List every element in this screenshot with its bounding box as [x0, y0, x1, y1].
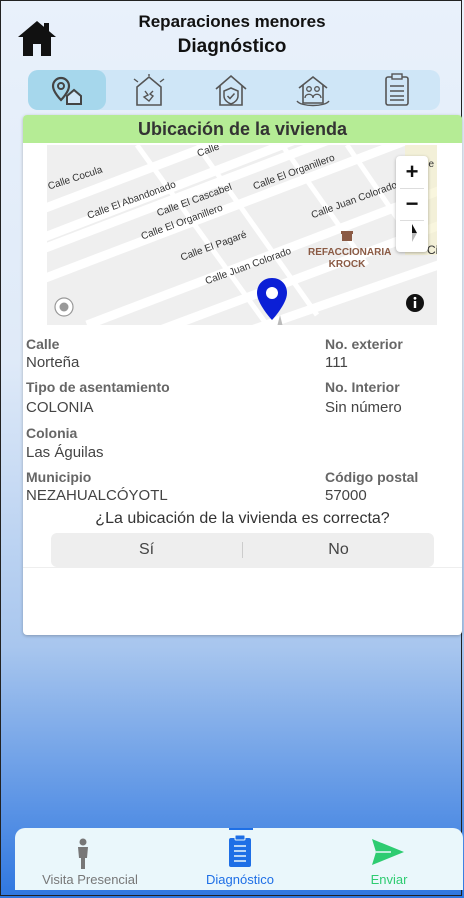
app-title: Reparaciones menores — [138, 12, 326, 31]
damaged-house-icon — [133, 74, 165, 106]
zoom-out-button[interactable]: − — [396, 188, 428, 220]
compass-button[interactable] — [396, 220, 428, 252]
compass-icon — [412, 224, 417, 242]
tab-location[interactable] — [28, 70, 106, 110]
colonia-label: Colonia — [26, 425, 78, 441]
no-interior-label: No. Interior — [325, 379, 400, 395]
street-label: Calle Juan Colorado — [309, 179, 399, 222]
map-view[interactable]: Calle Cocula Calle El Abandonado Calle E… — [47, 145, 437, 325]
municipio-value: NEZAHUALCÓYOTL — [26, 487, 168, 504]
codigo-postal-label: Código postal — [325, 469, 419, 485]
tipo-asentamiento-value: COLONIA — [26, 399, 94, 416]
street-label: Calle Cocula — [47, 164, 105, 193]
calle-value: Norteña — [26, 354, 80, 371]
poi-label: REFACCIONARIA KROCK — [308, 247, 392, 270]
card-title: Ubicación de la vivienda — [23, 115, 462, 143]
tab-damage[interactable] — [110, 70, 188, 110]
header: Reparaciones menores Diagnóstico — [0, 0, 464, 66]
location-home-icon — [51, 76, 82, 105]
zoom-in-button[interactable]: + — [396, 156, 428, 188]
shop-icon — [341, 231, 353, 241]
nav-enviar[interactable]: Enviar — [315, 828, 463, 890]
info-icon[interactable] — [405, 293, 425, 313]
colonia-value: Las Águilas — [26, 444, 104, 461]
poi-marker[interactable]: REFACCIONARIA KROCK — [299, 229, 395, 271]
location-question: ¿La ubicación de la vivienda es correcta… — [95, 510, 390, 527]
nav-visita-presencial[interactable]: Visita Presencial — [15, 828, 165, 890]
tab-family[interactable] — [274, 70, 352, 110]
document-list-icon — [385, 73, 409, 106]
street-label: Calle El Organillero — [251, 152, 337, 193]
no-button[interactable]: No — [243, 533, 434, 567]
map-edge-label: Ci — [427, 243, 437, 257]
confirm-segmented-control: Sí No — [51, 533, 434, 567]
map-controls: + − — [396, 156, 428, 252]
map-logo-icon — [54, 297, 74, 317]
clipboard-icon — [229, 834, 251, 867]
house-shield-icon — [215, 74, 247, 106]
family-house-icon — [296, 75, 330, 107]
nav-label: Visita Presencial — [42, 872, 138, 887]
nav-diagnostico[interactable]: Diagnóstico — [165, 828, 315, 890]
street-label: Calle — [195, 145, 221, 160]
section-tabs — [28, 70, 440, 110]
send-icon — [372, 839, 404, 865]
nav-label: Diagnóstico — [206, 872, 274, 887]
active-indicator — [229, 828, 253, 830]
yes-button[interactable]: Sí — [51, 533, 242, 567]
page-title: Diagnóstico — [177, 36, 287, 57]
tipo-asentamiento-label: Tipo de asentamiento — [26, 379, 170, 395]
no-exterior-label: No. exterior — [325, 336, 403, 352]
bottom-nav: Visita Presencial Diagnóstico Enviar — [15, 828, 463, 890]
tab-document[interactable] — [358, 70, 436, 110]
location-card: Ubicación de la vivienda Calle Cocula Ca… — [23, 115, 462, 635]
location-pin-icon[interactable] — [255, 276, 289, 322]
person-icon — [78, 838, 88, 869]
codigo-postal-value: 57000 — [325, 487, 367, 504]
tab-protection[interactable] — [192, 70, 270, 110]
no-exterior-value: 111 — [325, 354, 348, 371]
divider — [23, 567, 462, 568]
calle-label: Calle — [26, 336, 60, 352]
street-label: Calle El Pagaré — [179, 229, 249, 264]
no-interior-value: Sin número — [325, 399, 402, 416]
municipio-label: Municipio — [26, 469, 92, 485]
nav-label: Enviar — [370, 872, 408, 887]
